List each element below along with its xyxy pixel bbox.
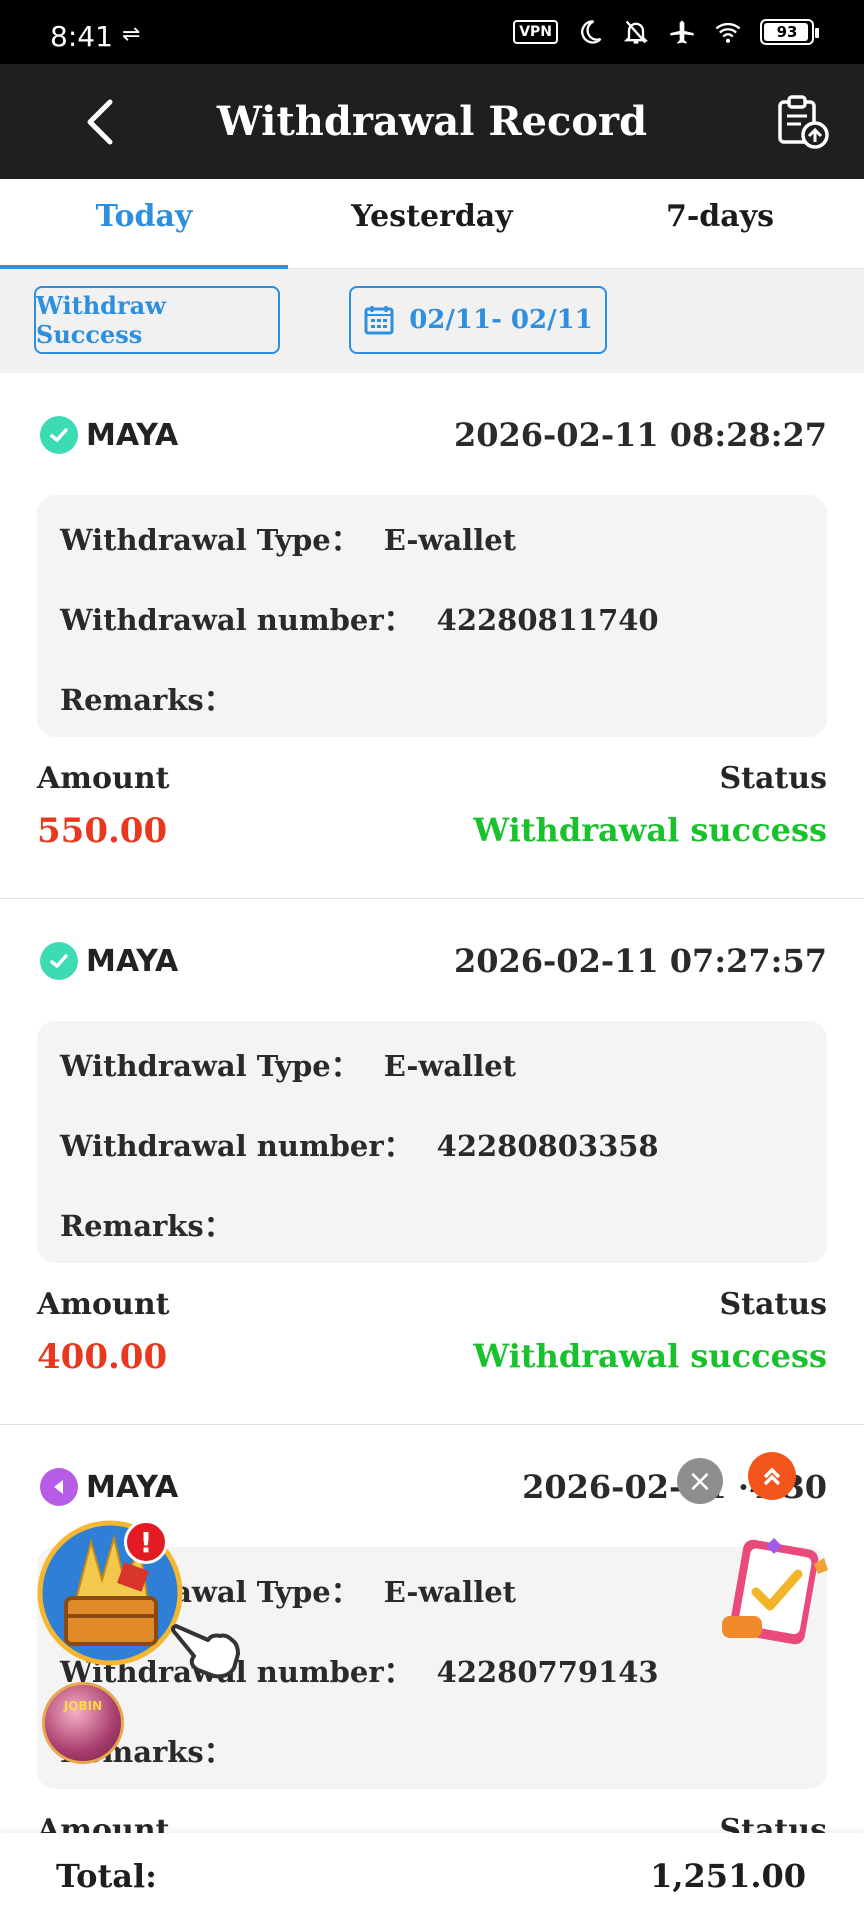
maya-logo-icon (40, 942, 78, 980)
scroll-top-icon[interactable] (748, 1452, 796, 1500)
status-filter-button[interactable]: Withdraw Success (34, 286, 280, 354)
provider-name: MAYA (86, 417, 179, 453)
vpn-icon: VPN (513, 20, 558, 44)
withdrawal-number-value: 42280779143 (436, 1655, 659, 1689)
battery-level: 93 (776, 23, 798, 41)
record-details: Withdrawal Type： E-wallet Withdrawal numb… (37, 1021, 827, 1263)
status-label: Status (719, 761, 827, 796)
amount-value: 550.00 (37, 811, 168, 851)
withdrawal-type-value: E-wallet (383, 1575, 517, 1609)
status-bar: 8:41 ⇌ VPN 93 (0, 0, 864, 64)
total-value: 1,251.00 (650, 1857, 806, 1895)
maya-logo-icon (40, 1468, 78, 1506)
remarks-label: Remarks： (60, 1209, 233, 1243)
pointer-hand-icon (171, 1624, 240, 1679)
withdrawal-type-label: Withdrawal Type： (60, 1049, 360, 1083)
alert-badge: ! (124, 1520, 168, 1564)
remarks-label: Remarks： (60, 683, 233, 717)
record-details: Withdrawal Type： E-wallet Withdrawal numb… (37, 495, 827, 737)
tab-today[interactable]: Today (0, 179, 288, 269)
total-bar: Total: 1,251.00 (0, 1833, 864, 1920)
total-label: Total: (56, 1857, 157, 1895)
date-tabs: Today Yesterday 7-days (0, 179, 864, 269)
calendar-icon (364, 306, 394, 335)
status-value: Withdrawal success (473, 811, 827, 849)
bell-off-icon (623, 20, 649, 44)
amount-label: Amount (37, 1813, 170, 1833)
provider-name: MAYA (86, 1469, 179, 1505)
status-time: 8:41 (50, 20, 113, 53)
date-range-label: 02/11- 02/11 (409, 305, 593, 335)
withdrawal-type-value: E-wallet (383, 1049, 517, 1083)
airplane-icon (670, 20, 694, 44)
withdrawal-record: MAYA 2026-02-11 08:28:27 Withdrawal Type… (0, 373, 864, 899)
withdrawal-record: MAYA 2026-02-11 07:27:57 Withdrawal Type… (0, 899, 864, 1425)
status-label: Status (719, 1813, 827, 1833)
status-value: Withdrawal success (473, 1337, 827, 1375)
provider-name: MAYA (86, 943, 179, 979)
status-label: Status (719, 1287, 827, 1322)
page-title: Withdrawal Record (216, 98, 648, 145)
date-range-button[interactable]: 02/11- 02/11 (349, 286, 607, 354)
withdrawal-number-value: 42280803358 (436, 1129, 659, 1163)
record-datetime: 2026-02-11 08:28:27 (453, 416, 827, 454)
wifi-icon (715, 22, 741, 43)
battery-icon: 93 (760, 19, 819, 45)
app-header: Withdrawal Record (0, 64, 864, 179)
withdrawal-number-label: Withdrawal number： (60, 1129, 413, 1163)
withdrawal-number-value: 42280811740 (436, 603, 659, 637)
maya-logo-icon (40, 416, 78, 454)
game-promo-icon[interactable]: JOBIN (42, 1682, 124, 1764)
close-float-icon[interactable]: × (677, 1458, 723, 1504)
moon-icon (581, 20, 602, 44)
clipboard-upload-icon[interactable] (774, 94, 830, 150)
status-icons: VPN 93 (513, 18, 819, 46)
amount-label: Amount (37, 761, 170, 796)
withdrawal-type-label: Withdrawal Type： (60, 523, 360, 557)
amount-label: Amount (37, 1287, 170, 1322)
tab-7-days[interactable]: 7-days (576, 179, 864, 268)
tab-yesterday[interactable]: Yesterday (288, 179, 576, 268)
cast-icon: ⇌ (122, 22, 141, 47)
withdrawal-type-value: E-wallet (383, 523, 517, 557)
task-reward-icon[interactable] (714, 1530, 840, 1656)
record-datetime: 2026-02-11 07:27:57 (453, 942, 827, 980)
withdrawal-number-label: Withdrawal number： (60, 603, 413, 637)
amount-value: 400.00 (37, 1337, 168, 1377)
filter-bar: Withdraw Success 02/11- 02/11 (0, 269, 864, 373)
